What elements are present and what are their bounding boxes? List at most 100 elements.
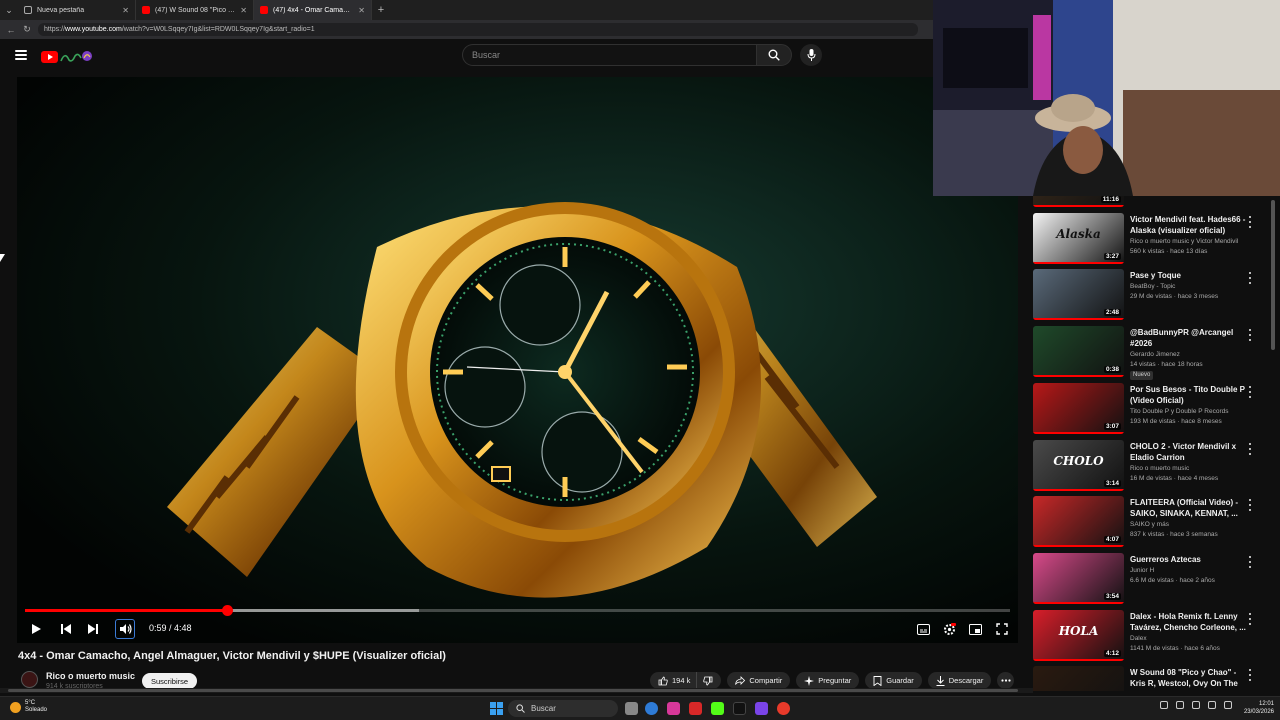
- youtube-logo[interactable]: [41, 48, 93, 66]
- save-button[interactable]: Guardar: [865, 672, 922, 689]
- weather-widget[interactable]: 5°C Soleado: [10, 700, 47, 714]
- next-button[interactable]: [83, 619, 103, 639]
- related-video-title[interactable]: Por Sus Besos - Tito Double P (Video Ofi…: [1130, 384, 1248, 406]
- related-video-item[interactable]: 3:54 Guerreros Aztecas Junior H 6.6 M de vi…: [1033, 553, 1280, 607]
- share-button[interactable]: Compartir: [727, 672, 791, 689]
- channel-name[interactable]: Rico o muerto music: [46, 671, 135, 681]
- video-player[interactable]: 0:59 / 4:48: [17, 77, 1018, 643]
- progress-scrubber-handle[interactable]: [221, 605, 233, 616]
- related-video-title[interactable]: Victor Mendivil feat. Hades66 - Alaska (…: [1130, 214, 1248, 236]
- tab-list-chevron-icon[interactable]: ⌄: [0, 0, 18, 20]
- more-vertical-icon[interactable]: [1246, 499, 1254, 511]
- ask-button[interactable]: Preguntar: [796, 672, 860, 689]
- channel-avatar[interactable]: [21, 671, 38, 688]
- video-thumbnail[interactable]: 4:07: [1033, 496, 1124, 547]
- related-video-title[interactable]: Guerreros Aztecas: [1130, 554, 1248, 565]
- related-video-title[interactable]: Dalex - Hola Remix ft. Lenny Tavárez, Ch…: [1130, 611, 1248, 633]
- edge-browser-icon[interactable]: [645, 702, 658, 715]
- related-video-title[interactable]: @BadBunnyPR @Arcangel #2026: [1130, 327, 1248, 349]
- instagram-icon[interactable]: [667, 702, 680, 715]
- sidebar-scrollbar[interactable]: [1269, 196, 1277, 691]
- miniplayer-button[interactable]: [965, 619, 985, 639]
- tiktok-icon[interactable]: [733, 702, 746, 715]
- related-channel-name[interactable]: Gerardo Jimenez: [1130, 350, 1180, 360]
- related-channel-name[interactable]: SAIKO y más: [1130, 520, 1169, 530]
- related-video-title[interactable]: W Sound 08 "Pico y Chao" - Kris R, Westc…: [1130, 667, 1248, 689]
- close-tab-icon[interactable]: ✕: [358, 6, 365, 15]
- related-video-item[interactable]: 11:16: [1033, 196, 1280, 210]
- more-actions-button[interactable]: [997, 672, 1015, 689]
- youtube-app-icon[interactable]: [689, 702, 702, 715]
- search-button[interactable]: [756, 44, 792, 66]
- play-button[interactable]: [26, 619, 46, 639]
- video-thumbnail[interactable]: Alaska 3:27: [1033, 213, 1124, 264]
- video-thumbnail[interactable]: [1033, 666, 1124, 691]
- new-tab-button[interactable]: +: [372, 4, 390, 16]
- related-channel-name[interactable]: Tito Double P y Double P Records: [1130, 407, 1229, 417]
- related-channel-name[interactable]: Rico o muerto music y Victor Mendivil: [1130, 237, 1238, 247]
- more-vertical-icon[interactable]: [1246, 386, 1254, 398]
- related-video-item[interactable]: Alaska 3:27 Victor Mendivil feat. Hades66 …: [1033, 213, 1280, 267]
- video-thumbnail[interactable]: HOLA 4:12: [1033, 610, 1124, 661]
- url-field[interactable]: https://www.youtube.com/watch?v=W0LSqqey…: [38, 23, 918, 36]
- windows-start-icon[interactable]: [490, 702, 503, 715]
- task-view-icon[interactable]: [625, 702, 638, 715]
- more-vertical-icon[interactable]: [1246, 613, 1254, 625]
- related-video-item[interactable]: 2:48 Pase y Toque BeatBoy - Topic 29 M de v…: [1033, 269, 1280, 323]
- video-thumbnail[interactable]: 3:07: [1033, 383, 1124, 434]
- search-input[interactable]: Buscar: [462, 44, 756, 66]
- reload-icon[interactable]: ↻: [22, 24, 32, 35]
- video-thumbnail[interactable]: 3:54: [1033, 553, 1124, 604]
- horizontal-scrollbar[interactable]: [0, 688, 1033, 693]
- related-channel-name[interactable]: Rico o muerto music: [1130, 464, 1189, 474]
- related-video-item[interactable]: 0:38 @BadBunnyPR @Arcangel #2026 Gerardo J…: [1033, 326, 1280, 380]
- related-video-title[interactable]: FLAITEERA (Official Video) - SAIKO, SINA…: [1130, 497, 1248, 519]
- more-vertical-icon[interactable]: [1246, 329, 1254, 341]
- related-video-item[interactable]: 4:07 FLAITEERA (Official Video) - SAIKO, …: [1033, 496, 1280, 550]
- usb-icon[interactable]: [1176, 701, 1184, 709]
- video-thumbnail[interactable]: 11:16: [1033, 196, 1124, 207]
- related-video-item[interactable]: HOLA 4:12 Dalex - Hola Remix ft. Lenny Tav…: [1033, 610, 1280, 664]
- related-channel-name[interactable]: BeatBoy - Topic: [1130, 282, 1175, 292]
- download-button[interactable]: Descargar: [927, 672, 992, 689]
- video-thumbnail[interactable]: CHOLO 3:14: [1033, 440, 1124, 491]
- subscribe-button[interactable]: Suscribirse: [142, 673, 197, 689]
- kick-icon[interactable]: [711, 702, 724, 715]
- previous-button[interactable]: [56, 619, 76, 639]
- mute-button[interactable]: [115, 619, 135, 639]
- voice-search-button[interactable]: [800, 44, 822, 66]
- back-arrow-icon[interactable]: ←: [6, 25, 16, 35]
- like-button[interactable]: 194 k: [650, 672, 697, 689]
- related-video-item[interactable]: 3:07 Por Sus Besos - Tito Double P (Video…: [1033, 383, 1280, 437]
- wifi-icon[interactable]: [1208, 701, 1216, 709]
- discord-icon[interactable]: [755, 702, 768, 715]
- related-channel-name[interactable]: Junior H: [1130, 566, 1154, 576]
- related-video-title[interactable]: CHOLO 2 - Victor Mendivil x Eladio Carri…: [1130, 441, 1248, 463]
- chevron-up-icon[interactable]: [1160, 701, 1168, 709]
- video-thumbnail[interactable]: 2:48: [1033, 269, 1124, 320]
- video-thumbnail[interactable]: 0:38: [1033, 326, 1124, 377]
- more-vertical-icon[interactable]: [1246, 272, 1254, 284]
- speaker-icon[interactable]: [1192, 701, 1200, 709]
- progress-bar[interactable]: [25, 605, 1010, 616]
- related-video-item[interactable]: W Sound 08 "Pico y Chao" - Kris R, Westc…: [1033, 666, 1280, 691]
- hamburger-icon[interactable]: [15, 50, 27, 60]
- scrollbar-thumb[interactable]: [1271, 200, 1275, 350]
- more-vertical-icon[interactable]: [1246, 669, 1254, 681]
- close-tab-icon[interactable]: ✕: [122, 6, 129, 15]
- related-video-title[interactable]: Pase y Toque: [1130, 270, 1248, 281]
- related-video-item[interactable]: CHOLO 3:14 CHOLO 2 - Victor Mendivil x Ela…: [1033, 440, 1280, 494]
- scrollbar-thumb[interactable]: [8, 689, 1018, 692]
- fullscreen-button[interactable]: [992, 619, 1012, 639]
- subtitles-button[interactable]: [913, 619, 933, 639]
- more-vertical-icon[interactable]: [1246, 216, 1254, 228]
- browser-tab-4x4[interactable]: (47) 4x4 - Omar Camacho, An ✕: [254, 0, 372, 20]
- settings-button[interactable]: [939, 619, 959, 639]
- chrome-icon[interactable]: [777, 702, 790, 715]
- browser-tab-w-sound[interactable]: (47) W Sound 08 "Pico y Chao" - K ✕: [136, 0, 254, 20]
- taskbar-search[interactable]: Buscar: [508, 700, 618, 717]
- more-vertical-icon[interactable]: [1246, 556, 1254, 568]
- taskbar-clock[interactable]: 12:01 23/03/2026: [1238, 700, 1274, 716]
- related-channel-name[interactable]: Dalex: [1130, 634, 1147, 644]
- close-tab-icon[interactable]: ✕: [240, 6, 247, 15]
